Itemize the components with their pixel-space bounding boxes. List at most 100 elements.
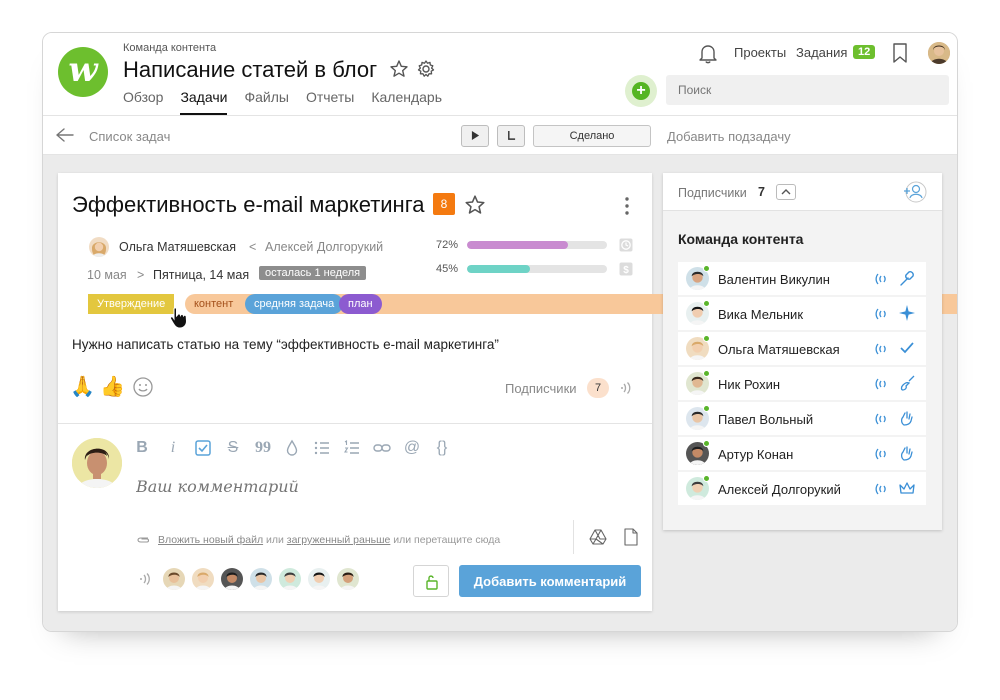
bullet-list-icon[interactable] [312,438,332,458]
add-emoji-icon[interactable] [131,375,155,399]
time-progress-label: 72% [436,239,459,251]
crown-icon[interactable] [898,479,916,497]
tag-plan[interactable]: план [339,294,382,314]
add-subscriber-icon[interactable] [901,179,927,205]
mention-icon[interactable]: @ [402,438,422,458]
end-date[interactable]: Пятница, 14 мая [153,268,249,282]
tasks-link[interactable]: Задания [796,45,847,60]
subscribers-count[interactable]: 7 [587,378,609,398]
clock-icon[interactable] [619,238,633,252]
broadcast-icon[interactable] [874,271,890,287]
broadcast-icon[interactable] [619,380,635,396]
collapse-button[interactable] [776,184,796,200]
pray-reaction-icon[interactable]: 🙏 [70,375,95,399]
subscriber-avatar[interactable] [192,568,214,590]
start-date[interactable]: 10 мая [87,268,127,282]
back-arrow-icon[interactable] [55,127,75,143]
broadcast-icon[interactable] [874,481,890,497]
broadcast-icon[interactable] [874,376,890,392]
tag-approve[interactable]: Утверждение [88,294,175,314]
subscriber-avatar[interactable] [279,568,301,590]
add-comment-button[interactable]: Добавить комментарий [459,565,641,597]
subscriber-avatar[interactable] [163,568,185,590]
member-row[interactable]: Ник Рохин [678,367,926,400]
play-icon [471,131,479,140]
code-icon[interactable]: {} [432,438,452,458]
comment-input[interactable] [136,466,556,506]
color-drop-icon[interactable] [282,438,302,458]
strikethrough-icon[interactable]: S [223,438,243,458]
tab-item[interactable]: Отчеты [306,87,354,115]
tab-item[interactable]: Задачи [180,87,228,115]
tab-item[interactable]: Календарь [371,87,442,115]
quote-icon[interactable]: 99 [253,438,273,458]
wrench-icon[interactable] [898,269,916,287]
add-subtask-link[interactable]: Добавить подзадачу [667,129,791,144]
task-card: Эффективность e-mail маркетинга 8 Ольга … [58,173,957,611]
link-icon[interactable] [372,438,392,458]
member-row[interactable]: Ольга Матяшевская [678,332,926,365]
check-icon[interactable] [898,339,916,357]
sparkle-icon[interactable] [898,304,916,322]
member-row[interactable]: Павел Вольный [678,402,926,435]
play-button[interactable] [461,125,489,147]
broadcast-icon[interactable] [874,341,890,357]
project-tabs: Обзор Задачи Файлы Отчеты Календарь [123,87,459,115]
subscriber-avatar[interactable] [221,568,243,590]
attach-new-file-link[interactable]: Вложить новый файл [158,534,263,546]
broadcast-icon[interactable] [874,306,890,322]
tag-mid[interactable]: средняя задача [245,294,344,314]
timer-button[interactable] [497,125,525,147]
hand-icon[interactable] [898,444,916,462]
bookmark-icon[interactable] [892,43,908,63]
bold-icon[interactable]: B [132,438,152,458]
task-title[interactable]: Эффективность e-mail маркетинга [72,192,424,218]
private-comment-button[interactable] [413,565,449,597]
assignee-avatar[interactable] [89,237,109,257]
add-button[interactable]: + [625,75,657,107]
broadcast-icon[interactable] [874,446,890,462]
member-row[interactable]: Артур Конан [678,437,926,470]
member-row[interactable]: Алексей Долгорукий [678,472,926,505]
hand-icon[interactable] [898,409,916,427]
tab-item[interactable]: Файлы [244,87,288,115]
subscriber-avatar[interactable] [308,568,330,590]
team-breadcrumb[interactable]: Команда контента [123,42,216,54]
thumbs-up-reaction-icon[interactable]: 👍 [100,375,125,399]
guitar-icon[interactable] [898,374,916,392]
assignee-name[interactable]: Ольга Матяшевская [119,240,236,254]
notify-icon[interactable] [136,571,152,587]
dollar-icon[interactable]: $ [619,262,633,276]
user-avatar[interactable] [928,42,950,64]
more-menu-icon[interactable] [622,195,632,217]
numbered-list-icon[interactable] [342,438,362,458]
member-row[interactable]: Вика Мельник [678,297,926,330]
subscriber-avatar[interactable] [250,568,272,590]
attach-uploaded-link[interactable]: загруженный раньше [287,534,391,546]
tab-item[interactable]: Обзор [123,87,163,115]
broadcast-icon[interactable] [874,411,890,427]
budget-progress-label: 45% [436,263,459,275]
subscriber-avatar[interactable] [337,568,359,590]
mark-done-button[interactable]: Сделано [533,125,651,147]
star-icon[interactable] [464,194,486,216]
search-input[interactable] [666,75,949,105]
author-name[interactable]: Алексей Долгорукий [265,240,383,254]
italic-icon[interactable]: i [163,438,183,458]
google-drive-icon[interactable] [589,528,607,546]
budget-progress-bar [467,265,607,273]
member-row[interactable]: Валентин Викулин [678,262,926,295]
remaining-badge: осталась 1 неделя [259,266,367,280]
star-icon[interactable] [389,59,409,79]
subscribers-label[interactable]: Подписчики [505,381,577,396]
task-description[interactable]: Нужно написать статью на тему “эффективн… [72,337,499,352]
gear-icon[interactable] [416,59,436,79]
checkbox-icon[interactable] [193,438,213,458]
comment-composer: B i S 99 @ {} Вложить новый файл или заг… [58,423,652,611]
document-icon[interactable] [624,528,638,546]
task-list-link[interactable]: Список задач [89,129,170,144]
bell-icon[interactable] [697,42,719,64]
projects-link[interactable]: Проекты [734,45,786,60]
logo[interactable]: w [58,47,108,97]
priority-badge[interactable]: 8 [433,193,455,215]
